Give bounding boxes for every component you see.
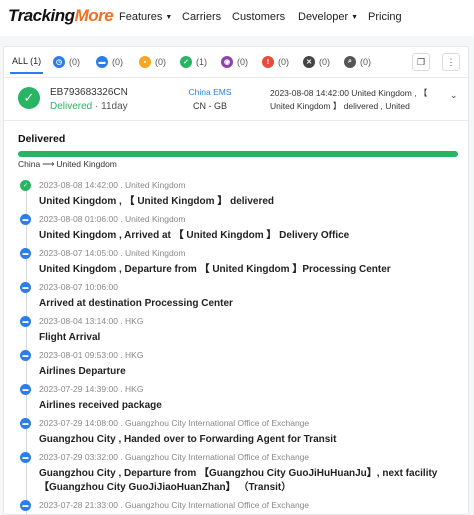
- pickup-icon: ▪: [139, 56, 151, 68]
- shipment-summary-row[interactable]: ✓ EB793683326CN Delivered · 11day China …: [4, 77, 468, 121]
- filter-pickup[interactable]: ▪ (0): [139, 55, 166, 69]
- nav-pricing[interactable]: Pricing: [368, 11, 402, 23]
- shipment-route: CN - GB: [192, 101, 227, 111]
- arrow-right-icon: ⟶: [42, 159, 55, 169]
- more-options-icon: ⋮: [446, 56, 456, 67]
- transit-truck-icon: ▬: [20, 500, 31, 511]
- transit-icon: ▬: [96, 56, 108, 68]
- pending-icon: ◷: [53, 56, 65, 68]
- filter-delivered[interactable]: ✓ (1): [180, 55, 207, 69]
- nav-developer[interactable]: Developer ▼: [298, 11, 358, 23]
- filter-alert[interactable]: ! (0): [262, 55, 289, 69]
- filter-all[interactable]: ALL (1): [9, 54, 44, 74]
- filter-undelivered[interactable]: ◉ (0): [221, 55, 248, 69]
- transit-truck-icon: ▬: [20, 282, 31, 293]
- chevron-down-icon[interactable]: ⌄: [450, 90, 458, 101]
- alert-icon: !: [262, 56, 274, 68]
- nav-customers[interactable]: Customers: [232, 11, 285, 23]
- notfound-icon: ⌕: [344, 56, 356, 68]
- expired-icon: ✕: [303, 56, 315, 68]
- copy-icon: ❐: [416, 56, 426, 67]
- transit-truck-icon: ▬: [20, 350, 31, 361]
- transit-truck-icon: ▬: [20, 248, 31, 259]
- transit-truck-icon: ▬: [20, 418, 31, 429]
- more-options-button[interactable]: ⋮: [442, 53, 460, 71]
- filter-transit[interactable]: ▬ (0): [96, 55, 123, 69]
- transit-truck-icon: ▬: [20, 316, 31, 327]
- origin-destination: China ⟶ United Kingdom: [18, 159, 117, 169]
- delivered-check-icon: ✓: [18, 87, 40, 109]
- transit-truck-icon: ▬: [20, 384, 31, 395]
- filter-pending[interactable]: ◷ (0): [53, 55, 80, 69]
- top-navbar: TrackingMore Features ▼ Carriers Customer…: [0, 0, 474, 36]
- nav-carriers[interactable]: Carriers: [182, 11, 221, 23]
- carrier-name[interactable]: China EMS: [184, 87, 236, 97]
- transit-truck-icon: ▬: [20, 452, 31, 463]
- copy-button[interactable]: ❐: [412, 53, 430, 71]
- nav-features[interactable]: Features ▼: [119, 11, 172, 23]
- status-filter-bar: ALL (1) ◷ (0) ▬ (0) ▪ (0) ✓ (1) ◉ (0) ! (0) ✕(…: [4, 47, 468, 77]
- detail-status-title: Delivered: [18, 133, 66, 145]
- chevron-down-icon: ▼: [165, 14, 173, 21]
- transit-truck-icon: ▬: [20, 214, 31, 225]
- filter-notfound[interactable]: ⌕ (0): [344, 55, 371, 69]
- trackingmore-logo[interactable]: TrackingMore: [8, 6, 114, 26]
- delivered-check-icon: ✓: [20, 180, 31, 191]
- tracking-result-panel: ALL (1) ◷ (0) ▬ (0) ▪ (0) ✓ (1) ◉ (0) ! (0) ✕(…: [3, 46, 469, 515]
- tracking-number: EB793683326CN: [50, 87, 128, 98]
- delivered-icon: ✓: [180, 56, 192, 68]
- latest-event: 2023-08-08 14:42:00 United Kingdom , 【 U…: [270, 88, 428, 111]
- shipment-status: Delivered · 11day: [50, 101, 128, 112]
- chevron-down-icon: ▼: [351, 14, 359, 21]
- delivery-progress-bar: [18, 151, 458, 157]
- filter-expired[interactable]: ✕ (0): [303, 55, 330, 69]
- undelivered-icon: ◉: [221, 56, 233, 68]
